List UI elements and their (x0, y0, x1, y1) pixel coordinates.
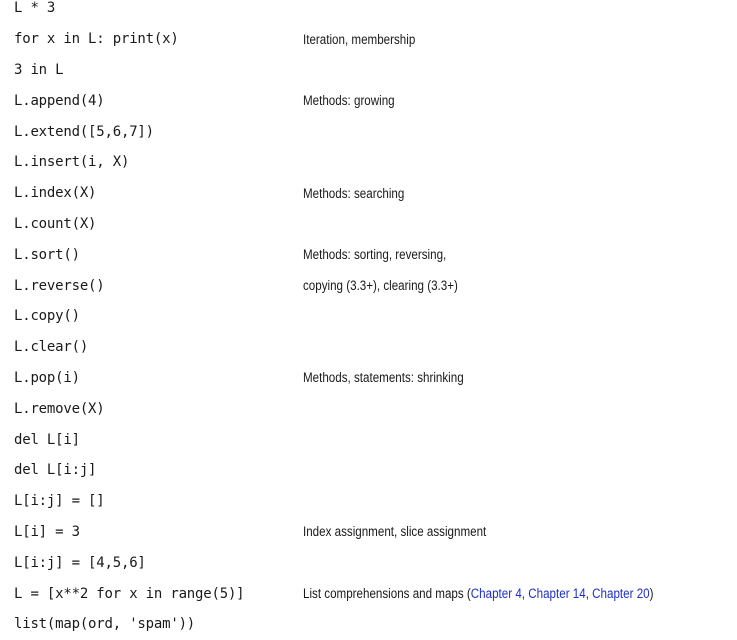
description-cell: Index assignment, slice assignment (303, 524, 487, 540)
table-row: list(map(ord, 'spam')) (14, 609, 729, 640)
table-row: L.index(X) Methods: searching (14, 178, 729, 209)
table-row: L.count(X) (14, 209, 729, 240)
code-cell: L.index(X) (14, 185, 97, 202)
table-row: L.insert(i, X) (14, 147, 729, 178)
table-row: L.extend([5,6,7]) (14, 116, 729, 147)
table-row: L.remove(X) (14, 393, 729, 424)
chapter-20-link[interactable]: Chapter 20 (592, 586, 649, 601)
chapter-14-link[interactable]: Chapter 14 (528, 586, 585, 601)
description-cell: Iteration, membership (303, 31, 416, 47)
code-cell: L.pop(i) (14, 369, 80, 386)
table-row: L[i:j] = [] (14, 486, 729, 517)
code-cell: L = [x**2 for x in range(5)] (14, 585, 245, 602)
table-row: for x in L: print(x) Iteration, membersh… (14, 24, 729, 55)
description-cell: Methods: sorting, reversing, (303, 247, 447, 263)
description-text: List comprehensions and maps ( (303, 586, 471, 602)
code-cell: L.remove(X) (14, 400, 105, 417)
code-cell: del L[i] (14, 431, 80, 448)
code-cell: for x in L: print(x) (14, 31, 179, 48)
table-row: L.append(4) Methods: growing (14, 85, 729, 116)
description-cell: Methods, statements: shrinking (303, 370, 464, 386)
table-row: del L[i:j] (14, 455, 729, 486)
code-cell: L.clear() (14, 339, 89, 356)
code-cell: L.insert(i, X) (14, 154, 130, 171)
table-row: del L[i] (14, 424, 729, 455)
code-cell: L.append(4) (14, 92, 105, 109)
table-row: L.sort() Methods: sorting, reversing, (14, 239, 729, 270)
table-row: 3 in L (14, 55, 729, 86)
description-cell: copying (3.3+), clearing (3.3+) (303, 278, 458, 294)
description-cell: List comprehensions and maps (Chapter 4,… (303, 586, 653, 601)
code-cell: L[i:j] = [] (14, 493, 105, 510)
chapter-4-link[interactable]: Chapter 4 (471, 586, 522, 601)
table-row: L.pop(i) Methods, statements: shrinking (14, 363, 729, 394)
code-cell: L.copy() (14, 308, 80, 325)
code-cell: del L[i:j] (14, 462, 97, 479)
table-row: L[i] = 3 Index assignment, slice assignm… (14, 517, 729, 548)
table-row: L * 3 (14, 0, 729, 24)
code-cell: L.count(X) (14, 215, 97, 232)
table-row: L = [x**2 for x in range(5)] List compre… (14, 578, 729, 609)
code-cell: 3 in L (14, 61, 64, 78)
code-cell: L[i] = 3 (14, 523, 80, 540)
description-cell: Methods: searching (303, 185, 405, 201)
table-row: L.reverse() copying (3.3+), clearing (3.… (14, 270, 729, 301)
description-cell: Methods: growing (303, 93, 395, 109)
code-cell: L * 3 (14, 0, 56, 17)
code-cell: L.extend([5,6,7]) (14, 123, 154, 140)
table-row: L.clear() (14, 332, 729, 363)
code-cell: L[i:j] = [4,5,6] (14, 554, 146, 571)
table-row: L.copy() (14, 301, 729, 332)
code-cell: L.sort() (14, 246, 80, 263)
closing-paren: ) (649, 586, 654, 602)
table-row: L[i:j] = [4,5,6] (14, 547, 729, 578)
code-cell: L.reverse() (14, 277, 105, 294)
list-operations-table: L * 3 for x in L: print(x) Iteration, me… (14, 0, 729, 640)
